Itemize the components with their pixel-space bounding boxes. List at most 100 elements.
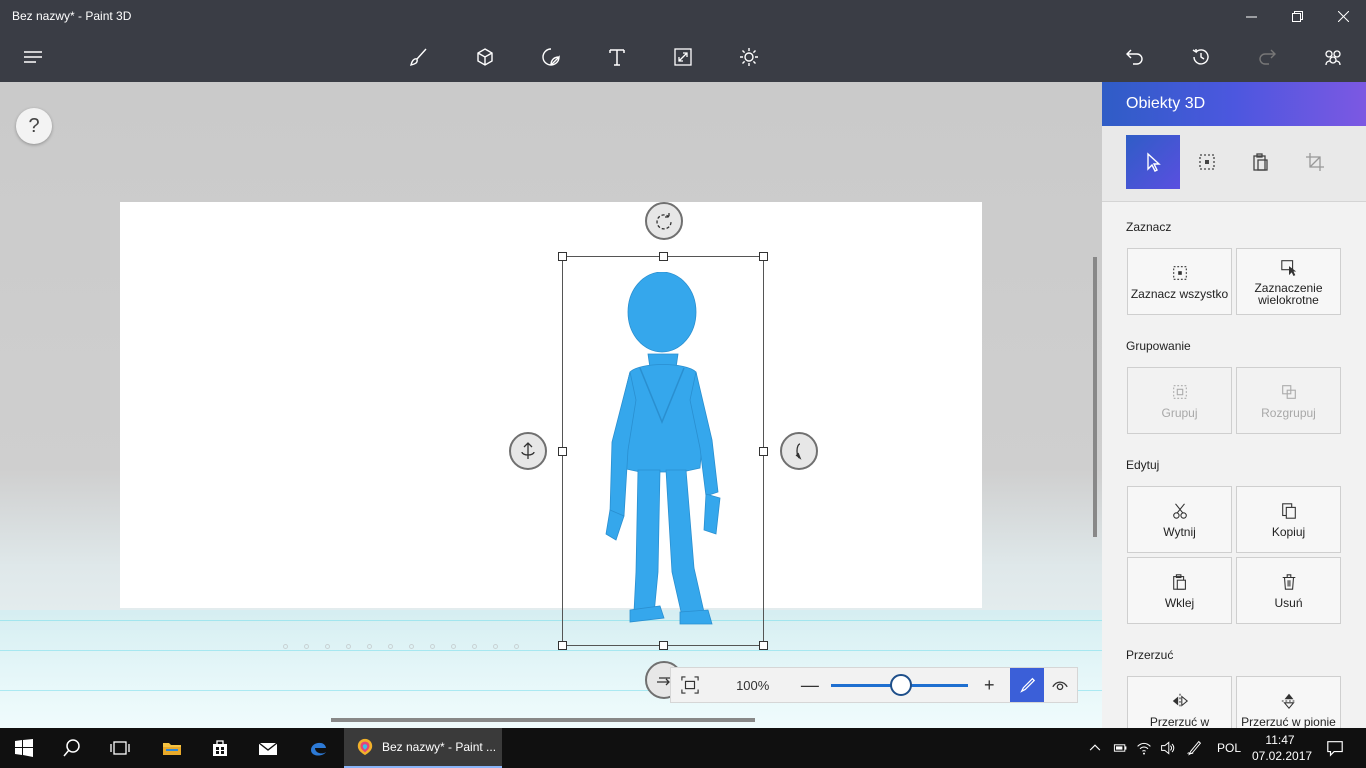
tab-select[interactable] bbox=[1126, 135, 1180, 189]
delete-button[interactable]: Usuń bbox=[1236, 557, 1341, 624]
store-button[interactable] bbox=[196, 728, 244, 768]
battery-icon bbox=[1113, 744, 1127, 752]
canvas-tool-button[interactable] bbox=[666, 40, 700, 74]
floor-dot bbox=[451, 644, 456, 649]
start-button[interactable] bbox=[0, 728, 48, 768]
rotate-y-handle[interactable] bbox=[780, 432, 818, 470]
horizontal-scrollbar[interactable] bbox=[331, 718, 755, 722]
flip-vertical-label: Przerzuć w pionie bbox=[1241, 714, 1336, 728]
3d-objects-tool-button[interactable] bbox=[468, 40, 502, 74]
group-button[interactable]: Grupuj bbox=[1127, 367, 1232, 434]
mail-button[interactable] bbox=[244, 728, 292, 768]
section-group-label: Grupowanie bbox=[1126, 339, 1191, 353]
zoom-slider-thumb[interactable] bbox=[889, 673, 912, 696]
vertical-scrollbar[interactable] bbox=[1093, 257, 1097, 537]
taskbar-clock[interactable]: 11:47 07.02.2017 bbox=[1252, 732, 1312, 764]
history-button[interactable] bbox=[1184, 40, 1218, 74]
remix-community-icon bbox=[1325, 50, 1341, 66]
edge-button[interactable] bbox=[294, 728, 342, 768]
section-select-label: Zaznacz bbox=[1126, 220, 1172, 234]
menu-button[interactable] bbox=[16, 40, 50, 74]
input-language-indicator[interactable]: POL bbox=[1212, 728, 1246, 768]
action-center-button[interactable] bbox=[1320, 728, 1350, 768]
multi-select-button[interactable]: Zaznaczenie wielokrotne bbox=[1236, 248, 1341, 315]
resize-handle-bottom[interactable] bbox=[659, 641, 668, 650]
hamburger-menu-icon bbox=[24, 51, 42, 63]
zoom-in-button[interactable]: + bbox=[976, 675, 1002, 696]
network-tray-icon[interactable] bbox=[1132, 728, 1156, 768]
effects-icon bbox=[740, 48, 758, 66]
window-title: Bez nazwy* - Paint 3D bbox=[12, 9, 132, 23]
copy-button[interactable]: Kopiuj bbox=[1236, 486, 1341, 553]
side-panel: Obiekty 3D Zaznacz Zaznacz wszystko Zazn… bbox=[1102, 82, 1366, 728]
panel-title: Obiekty 3D bbox=[1102, 82, 1366, 126]
redo-icon bbox=[1259, 49, 1276, 65]
search-icon bbox=[63, 739, 80, 757]
view-3d-button[interactable] bbox=[1044, 668, 1077, 702]
floor-grid-line bbox=[0, 650, 1102, 651]
zoom-out-button[interactable]: — bbox=[797, 675, 823, 696]
search-button[interactable] bbox=[48, 728, 96, 768]
flip-horizontal-label: Przerzuć w bbox=[1149, 714, 1210, 728]
windows-logo-icon bbox=[15, 739, 33, 757]
redo-button[interactable] bbox=[1250, 40, 1284, 74]
tab-crop[interactable] bbox=[1288, 135, 1342, 189]
floor-dot bbox=[304, 644, 309, 649]
floor-dot bbox=[325, 644, 330, 649]
rotate-z-handle[interactable] bbox=[645, 202, 683, 240]
select-icon bbox=[1147, 152, 1161, 172]
panel-tabs bbox=[1102, 126, 1366, 202]
help-button[interactable]: ? bbox=[16, 108, 52, 144]
select-all-button[interactable]: Zaznacz wszystko bbox=[1127, 248, 1232, 315]
wifi-icon bbox=[1137, 742, 1151, 755]
resize-handle-top-right[interactable] bbox=[759, 252, 768, 261]
tab-select-box[interactable] bbox=[1180, 135, 1234, 189]
ungroup-button[interactable]: Rozgrupuj bbox=[1236, 367, 1341, 434]
file-explorer-button[interactable] bbox=[148, 728, 196, 768]
remix-3d-button[interactable] bbox=[1316, 40, 1350, 74]
resize-handle-bottom-right[interactable] bbox=[759, 641, 768, 650]
pen-workspace-tray-icon[interactable] bbox=[1182, 728, 1206, 768]
clipboard-paste-icon bbox=[1172, 573, 1186, 590]
close-button[interactable] bbox=[1320, 0, 1366, 32]
trash-icon bbox=[1282, 573, 1295, 590]
text-tool-button[interactable] bbox=[600, 40, 634, 74]
copy-label: Kopiuj bbox=[1271, 524, 1306, 539]
restore-button[interactable] bbox=[1274, 0, 1320, 32]
cut-label: Wytnij bbox=[1163, 524, 1196, 539]
effects-tool-button[interactable] bbox=[732, 40, 766, 74]
undo-icon bbox=[1126, 49, 1143, 65]
group-label: Grupuj bbox=[1161, 405, 1198, 420]
cut-button[interactable]: Wytnij bbox=[1127, 486, 1232, 553]
taskbar-paint3d-app[interactable]: Bez nazwy* - Paint ... bbox=[344, 728, 502, 768]
flip-horizontal-button[interactable]: Przerzuć w bbox=[1127, 676, 1232, 728]
resize-handle-right[interactable] bbox=[759, 447, 768, 456]
brushes-tool-button[interactable] bbox=[402, 40, 436, 74]
battery-tray-icon[interactable] bbox=[1108, 728, 1132, 768]
select-all-label: Zaznacz wszystko bbox=[1130, 286, 1229, 301]
minimize-button[interactable] bbox=[1228, 0, 1274, 32]
paste-button[interactable]: Wklej bbox=[1127, 557, 1232, 624]
workspace[interactable]: ? 100% — + bbox=[0, 82, 1102, 728]
show-hidden-icons-button[interactable] bbox=[1084, 728, 1106, 768]
folder-icon bbox=[163, 743, 181, 755]
stickers-tool-button[interactable] bbox=[534, 40, 568, 74]
resize-handle-bottom-left[interactable] bbox=[558, 641, 567, 650]
flip-vertical-button[interactable]: Przerzuć w pionie bbox=[1236, 676, 1341, 728]
pen-mode-button[interactable] bbox=[1010, 668, 1044, 702]
canvas-resize-icon bbox=[674, 48, 692, 66]
fit-to-window-button[interactable] bbox=[671, 668, 708, 702]
resize-handle-left[interactable] bbox=[558, 447, 567, 456]
zoom-slider[interactable] bbox=[830, 673, 969, 696]
pen-icon bbox=[1019, 677, 1035, 693]
undo-button[interactable] bbox=[1118, 40, 1152, 74]
task-view-button[interactable] bbox=[96, 728, 144, 768]
resize-handle-top-left[interactable] bbox=[558, 252, 567, 261]
floor-grid-line bbox=[0, 620, 1102, 621]
tab-paste[interactable] bbox=[1234, 135, 1288, 189]
resize-handle-top[interactable] bbox=[659, 252, 668, 261]
volume-tray-icon[interactable] bbox=[1156, 728, 1180, 768]
chevron-up-icon bbox=[1089, 744, 1101, 751]
rotate-x-handle[interactable] bbox=[509, 432, 547, 470]
drawing-canvas[interactable] bbox=[120, 202, 982, 608]
